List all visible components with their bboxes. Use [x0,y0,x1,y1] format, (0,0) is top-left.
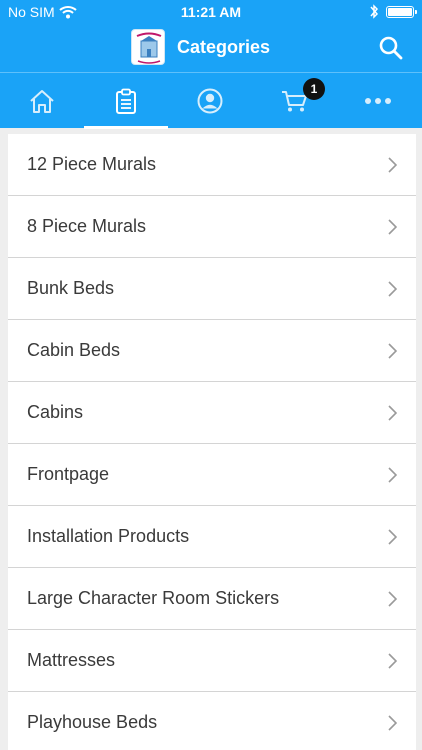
home-icon [30,90,54,113]
category-label: Installation Products [27,526,190,546]
category-row-frontpage[interactable]: Frontpage [8,444,416,506]
category-label: Frontpage [27,464,110,484]
status-time: 11:21 AM [180,4,242,20]
chevron-right-icon [388,405,397,421]
tab-account[interactable] [168,73,252,129]
chevron-right-icon [388,529,397,545]
more-icon [365,98,391,104]
category-row-cabin-beds[interactable]: Cabin Beds [8,320,416,382]
tab-home[interactable] [0,73,84,129]
chevron-right-icon [388,281,397,297]
cart-count-badge: 1 [303,78,325,100]
tab-bar: 1 [0,72,422,129]
category-label: Playhouse Beds [27,712,158,732]
chevron-right-icon [388,591,397,607]
navigation-bar: Categories [0,24,422,72]
tab-more[interactable] [336,73,420,129]
search-icon[interactable] [378,35,404,61]
chevron-right-icon [388,157,397,173]
store-logo [131,29,165,65]
category-row-playhouse-beds[interactable]: Playhouse Beds [8,692,416,750]
category-row-large-character-room-stickers[interactable]: Large Character Room Stickers [8,568,416,630]
account-icon [197,88,223,114]
clipboard-icon [116,88,136,114]
bluetooth-icon [370,4,379,19]
category-row-installation-products[interactable]: Installation Products [8,506,416,568]
chevron-right-icon [388,467,397,483]
category-row-12-piece-murals[interactable]: 12 Piece Murals [8,134,416,196]
status-bar: No SIM 11:21 AM [0,0,422,24]
battery-icon [386,6,417,18]
tab-categories[interactable] [84,73,168,129]
page-title: Categories [177,37,271,57]
category-row-cabins[interactable]: Cabins [8,382,416,444]
category-row-8-piece-murals[interactable]: 8 Piece Murals [8,196,416,258]
chevron-right-icon [388,653,397,669]
category-label: Mattresses [27,650,116,670]
category-label: 12 Piece Murals [27,154,157,174]
category-label: Cabin Beds [27,340,121,360]
chevron-right-icon [388,219,397,235]
category-row-bunk-beds[interactable]: Bunk Beds [8,258,416,320]
category-label: Large Character Room Stickers [27,588,280,608]
tab-cart[interactable] [252,73,336,129]
category-label: Cabins [27,402,84,422]
chevron-right-icon [388,715,397,731]
chevron-right-icon [388,343,397,359]
category-list: 12 Piece Murals 8 Piece Murals Bunk Beds… [8,134,416,750]
category-label: Bunk Beds [27,278,115,298]
category-label: 8 Piece Murals [27,216,147,236]
category-row-mattresses[interactable]: Mattresses [8,630,416,692]
